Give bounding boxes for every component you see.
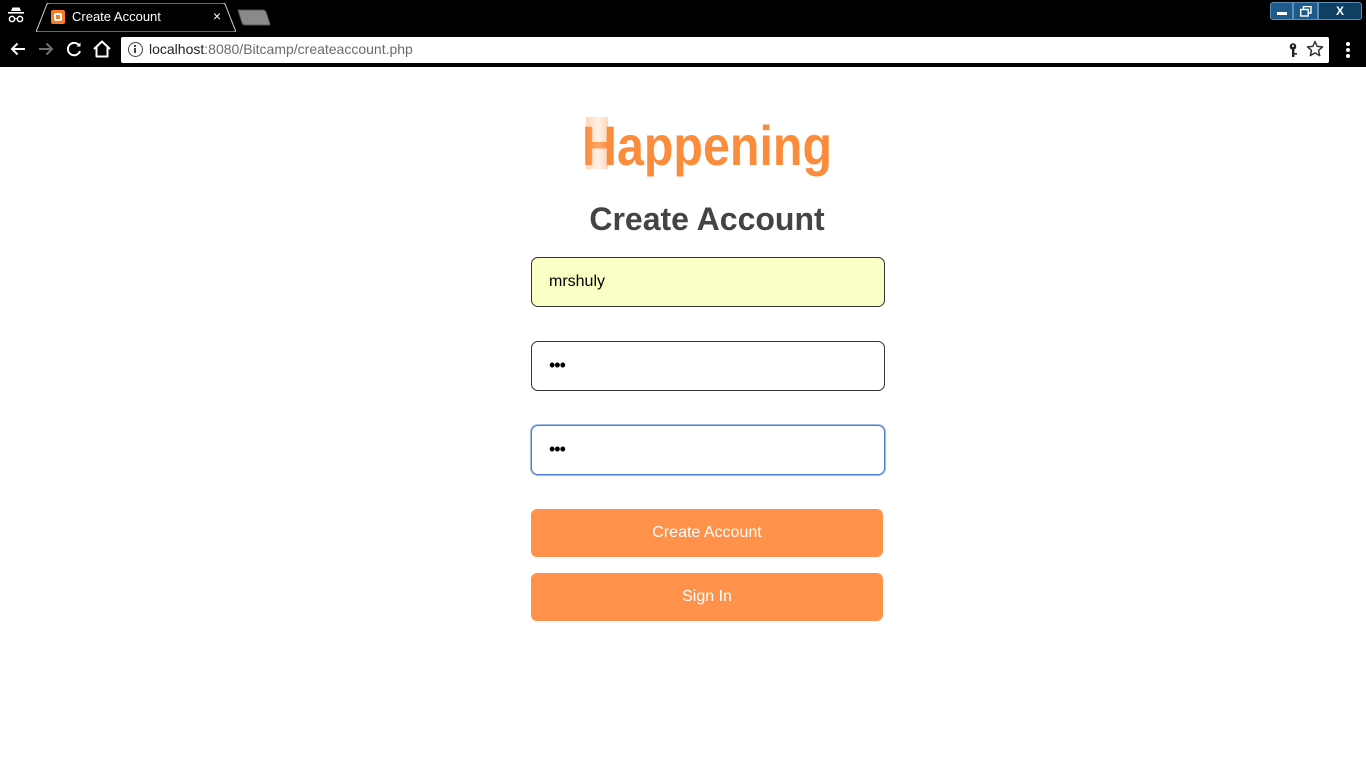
- close-icon: X: [1335, 4, 1344, 18]
- xampp-favicon-icon: [51, 10, 65, 24]
- minimize-icon: [1276, 12, 1287, 15]
- username-field[interactable]: mrshuly: [531, 257, 885, 307]
- window-minimize-button[interactable]: [1270, 2, 1293, 20]
- bookmark-star-icon[interactable]: [1306, 40, 1324, 58]
- page-content: Happening Create Account mrshuly ••• •••…: [0, 67, 1366, 768]
- tab-close-icon[interactable]: ×: [210, 8, 224, 24]
- forward-arrow-icon: [39, 42, 54, 56]
- create-account-button[interactable]: Create Account: [531, 509, 883, 557]
- page-title: Create Account: [589, 201, 825, 237]
- tab-title: Create Account: [72, 9, 161, 24]
- browser-menu-icon[interactable]: [1341, 40, 1355, 60]
- home-button[interactable]: [91, 38, 113, 60]
- confirm-password-masked-value: •••: [549, 439, 566, 459]
- forward-button[interactable]: [35, 38, 57, 60]
- home-icon: [93, 40, 111, 58]
- url-text[interactable]: localhost:8080/Bitcamp/createaccount.php: [149, 41, 413, 57]
- restore-icon: [1299, 5, 1312, 17]
- password-field[interactable]: •••: [531, 341, 885, 391]
- address-bar[interactable]: localhost:8080/Bitcamp/createaccount.php: [121, 37, 1329, 63]
- browser-titlebar: Create Account × X: [0, 0, 1366, 32]
- confirm-password-field[interactable]: •••: [531, 425, 885, 475]
- username-value: mrshuly: [549, 273, 606, 290]
- reload-icon: [66, 41, 81, 57]
- happening-logo: Happening: [582, 115, 832, 177]
- back-button[interactable]: [7, 38, 29, 60]
- back-arrow-icon: [10, 42, 25, 56]
- reload-button[interactable]: [63, 38, 85, 60]
- info-icon[interactable]: [128, 42, 143, 57]
- browser-tab-active[interactable]: Create Account ×: [36, 3, 236, 32]
- key-icon[interactable]: [1286, 42, 1300, 58]
- logo-text: Happening: [582, 115, 832, 177]
- url-host: localhost: [149, 41, 205, 57]
- new-tab-button[interactable]: [237, 9, 271, 26]
- sign-in-button[interactable]: Sign In: [531, 573, 883, 621]
- url-path: :8080/Bitcamp/createaccount.php: [204, 41, 413, 57]
- window-restore-button[interactable]: [1293, 2, 1318, 20]
- incognito-icon: [6, 6, 26, 26]
- window-close-button[interactable]: X: [1318, 2, 1362, 20]
- password-masked-value: •••: [549, 355, 566, 375]
